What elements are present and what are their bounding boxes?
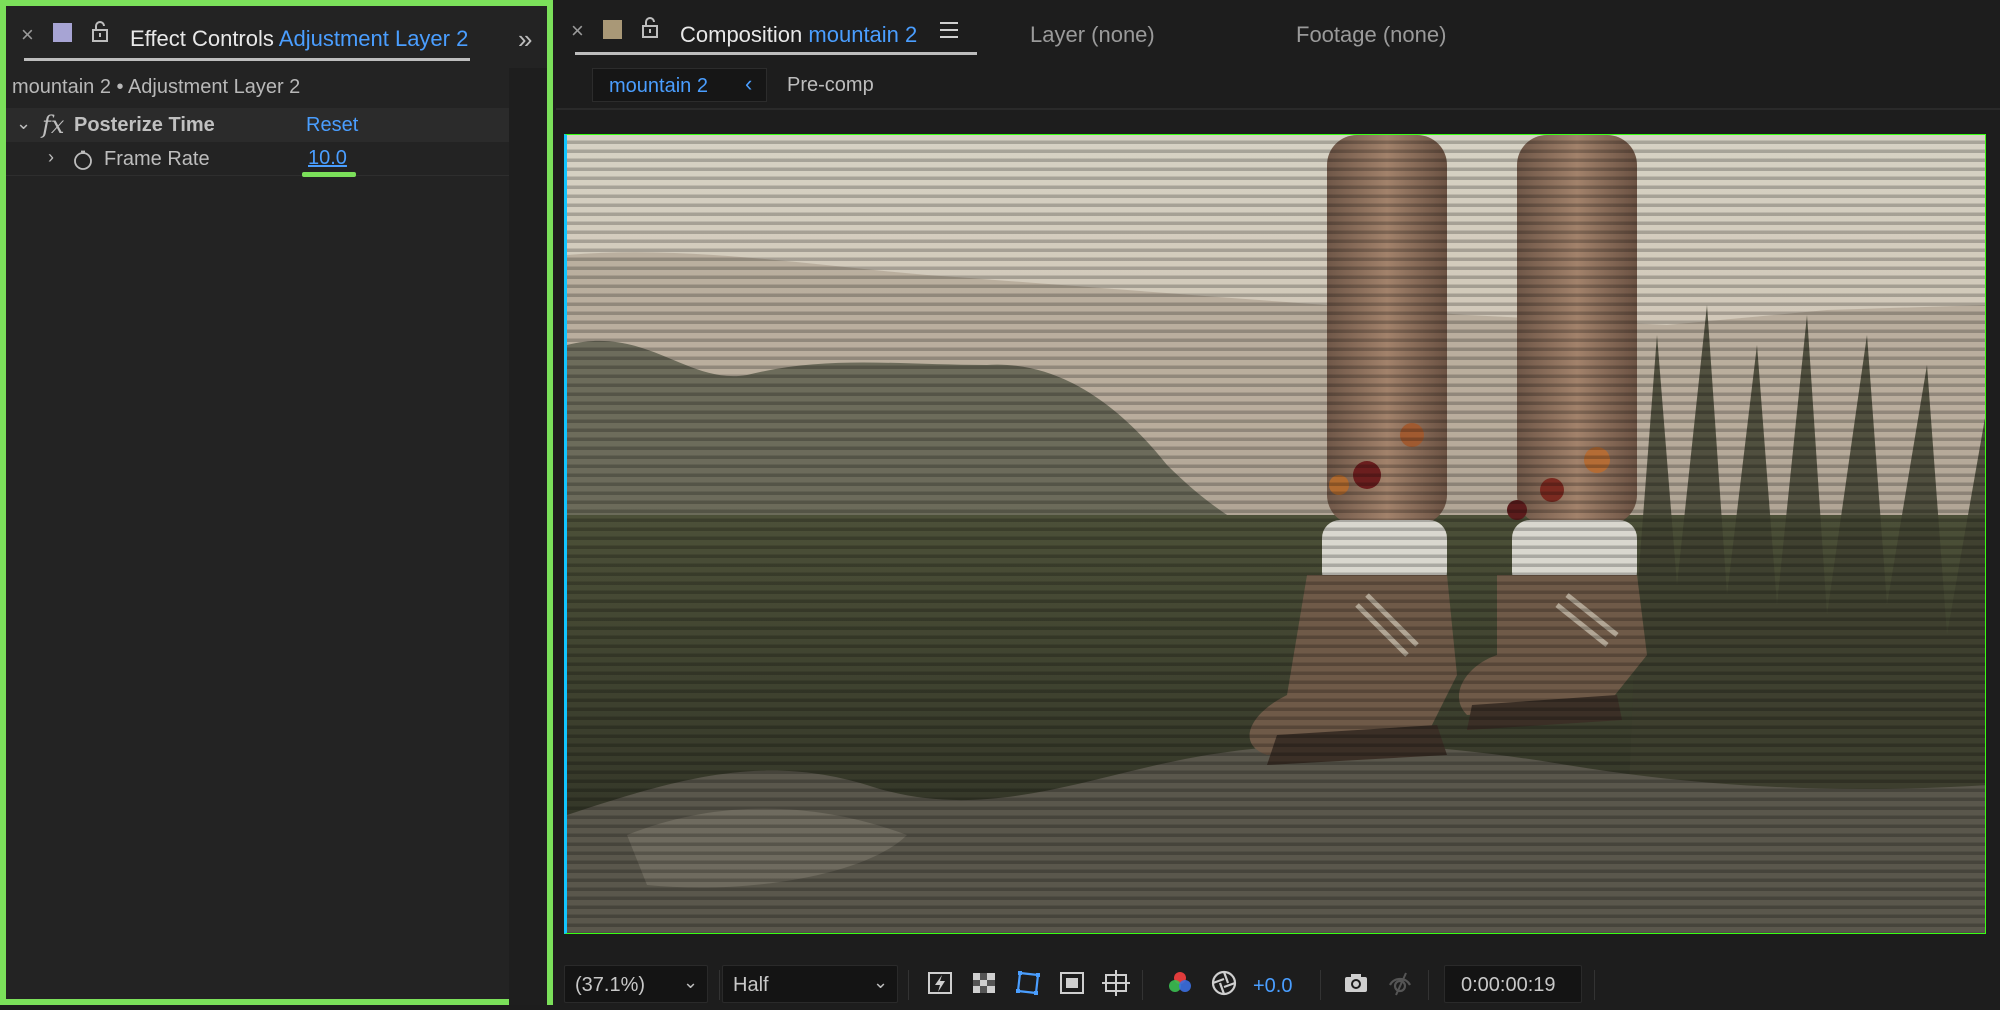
reset-link[interactable]: Reset [306,114,358,137]
composition-tab[interactable]: Composition mountain 2 [680,22,917,48]
guides-icon[interactable] [1102,969,1130,997]
chevron-down-icon: ⌄ [683,972,699,992]
chevron-right-icon[interactable]: › [48,147,54,168]
comp-name[interactable]: mountain 2 [808,22,917,47]
tab-label: Composition [680,22,803,47]
current-comp-label: mountain 2 [609,75,708,97]
stopwatch-icon[interactable] [72,149,94,171]
tab-layer[interactable]: Layer (none) [1030,22,1155,48]
chevron-down-icon[interactable]: ⌄ [16,113,31,134]
transparency-grid-icon[interactable] [970,969,998,997]
tab-layer-name[interactable]: Adjustment Layer 2 [279,26,469,51]
effect-controls-tab[interactable]: Effect Controls Adjustment Layer 2 [130,26,468,52]
property-row-frame-rate[interactable]: › Frame Rate 10.0 [6,142,509,177]
composition-tab-bar: × Composition mountain 2 Layer (none) Fo… [556,0,2000,62]
footage-frame-image [567,135,1985,933]
tab-label: Effect Controls [130,26,274,51]
effect-controls-tab-bar: × Effect Controls Adjustment Layer 2 » [6,6,547,68]
resolution-dropdown[interactable]: Half ⌄ [722,965,898,1003]
tab-footage[interactable]: Footage (none) [1296,22,1446,48]
show-snapshot-icon[interactable] [1386,969,1414,997]
viewer-toolbar: (37.1%) ⌄ Half ⌄ +0.0 0:00:00:19 [556,958,2000,1010]
active-tab-indicator [575,52,977,55]
toolbar-divider [1142,970,1143,1000]
chevron-down-icon: ⌄ [873,972,889,992]
toolbar-divider [1594,970,1595,1000]
active-tab-indicator [24,58,470,61]
frame-rate-value[interactable]: 10.0 [308,147,347,170]
fast-previews-icon[interactable] [926,969,954,997]
label-color-swatch[interactable] [603,20,622,39]
exposure-value[interactable]: +0.0 [1253,975,1292,998]
hamburger-menu-icon[interactable] [940,22,958,38]
color-channels-icon[interactable] [1166,969,1194,997]
scrollbar[interactable] [509,68,547,1005]
close-icon[interactable]: × [571,18,584,44]
mask-visibility-icon[interactable] [1014,969,1042,997]
chevron-left-icon[interactable]: ‹ [745,71,752,97]
composition-viewer[interactable] [564,134,1986,934]
highlight-underline [302,172,356,177]
toolbar-divider [1428,970,1429,1000]
property-name: Frame Rate [104,148,210,170]
resolution-value: Half [733,974,769,996]
flowchart-current-comp[interactable]: mountain 2 ‹ [592,68,767,102]
breadcrumb: mountain 2 • Adjustment Layer 2 [12,76,301,98]
toolbar-divider [1320,970,1321,1000]
toolbar-divider [719,970,720,1000]
composition-panel: × Composition mountain 2 Layer (none) Fo… [556,0,2000,1010]
effect-controls-panel: × Effect Controls Adjustment Layer 2 » m… [0,0,553,1005]
chevron-double-right-icon[interactable]: » [518,24,532,55]
label-color-swatch[interactable] [53,23,72,42]
region-of-interest-icon[interactable] [1058,969,1086,997]
lock-icon[interactable] [90,21,110,43]
flowchart-next-comp[interactable]: Pre-comp [787,74,874,97]
close-icon[interactable]: × [21,22,34,48]
aperture-icon[interactable] [1210,969,1238,997]
magnification-dropdown[interactable]: (37.1%) ⌄ [564,965,708,1003]
camera-icon[interactable] [1342,969,1370,997]
lock-icon[interactable] [640,17,660,39]
fx-icon[interactable]: fx [42,111,64,139]
zoom-value: (37.1%) [575,974,646,996]
effect-row-posterize-time[interactable]: ⌄ fx Posterize Time Reset [6,108,509,142]
composition-navigator: mountain 2 ‹ Pre-comp [556,62,2000,110]
effect-name: Posterize Time [74,114,215,136]
timecode-value: 0:00:00:19 [1461,974,1556,996]
current-time-display[interactable]: 0:00:00:19 [1444,965,1582,1003]
toolbar-divider [908,970,909,1000]
